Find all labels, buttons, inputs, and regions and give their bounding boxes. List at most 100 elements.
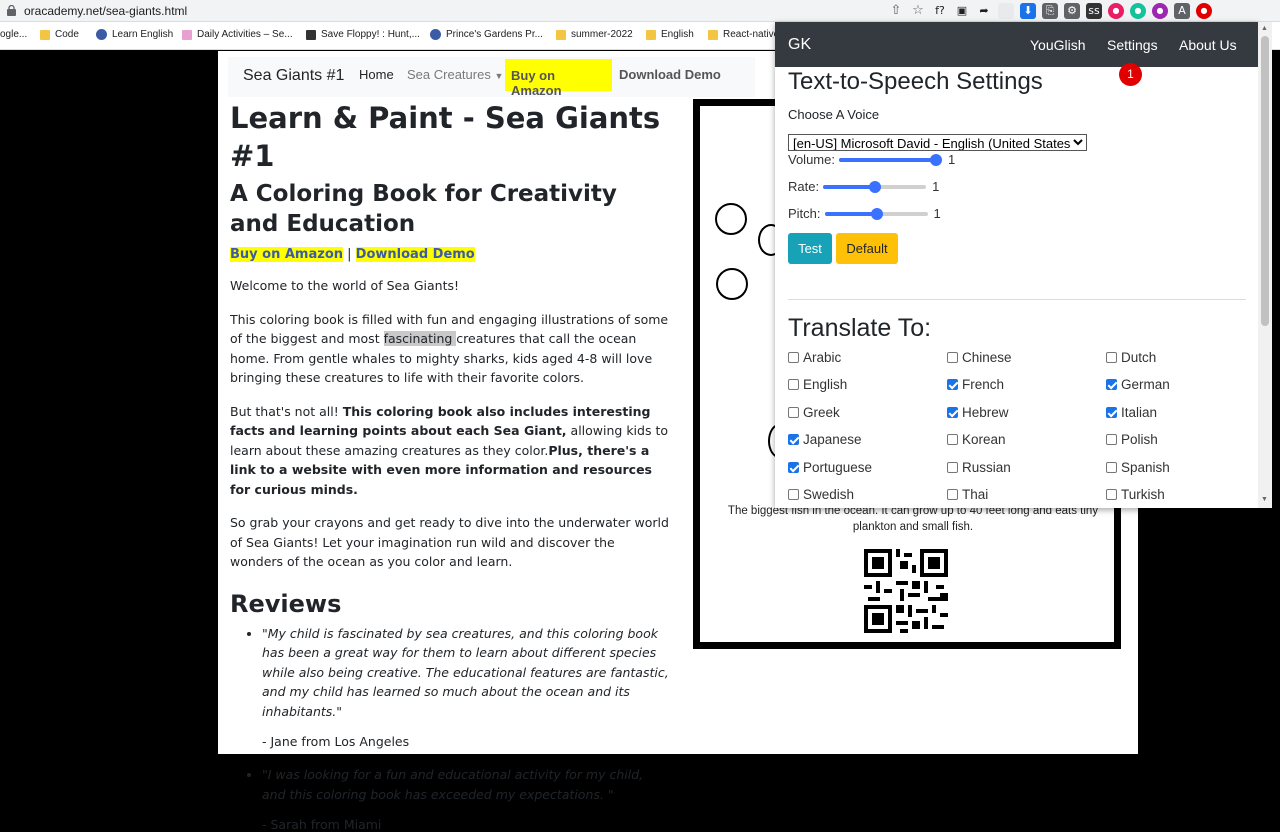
checkbox-checked-icon[interactable] — [947, 379, 958, 391]
extension-2-icon[interactable]: f? — [932, 3, 948, 19]
extension-13-icon[interactable]: A — [1174, 3, 1190, 19]
purple-icon[interactable]: ● — [1152, 3, 1168, 19]
checkbox-unchecked-icon[interactable] — [788, 352, 799, 363]
language-label: Chinese — [962, 350, 1012, 365]
download-icon[interactable]: ⬇ — [1020, 3, 1036, 19]
bookmark-react-native[interactable]: React-native — [708, 29, 779, 40]
site-brand[interactable]: Sea Giants #1 — [243, 67, 344, 85]
nav-buy-amazon-link[interactable]: Buy on Amazon — [505, 59, 612, 98]
crop-icon[interactable]: ⎘ — [1042, 3, 1058, 19]
voice-select[interactable]: [en-US] Microsoft David - English (Unite… — [788, 134, 1087, 151]
nav-download-demo-link[interactable]: Download Demo — [619, 67, 721, 82]
address-bar[interactable]: oracademy.net/sea-giants.html ⇧ ☆ f? ▣ ➦ ⬇ ⎘ ⚙ s… — [0, 0, 1280, 22]
link-separator: | — [343, 247, 356, 262]
checkbox-unchecked-icon[interactable] — [1106, 461, 1117, 473]
review-item: "I was looking for a fun and educational… — [262, 765, 670, 804]
language-checkbox-swedish[interactable]: Swedish — [788, 487, 854, 502]
checkbox-unchecked-icon[interactable] — [1106, 489, 1117, 500]
extension-5-icon[interactable] — [998, 3, 1014, 19]
test-button[interactable]: Test — [788, 233, 832, 264]
share-icon[interactable]: ⇧ — [888, 3, 904, 19]
checkbox-checked-icon[interactable] — [947, 406, 958, 418]
download-demo-link[interactable]: Download Demo — [355, 247, 475, 262]
language-checkbox-japanese[interactable]: Japanese — [788, 432, 862, 447]
bookmark-english[interactable]: English — [646, 29, 694, 40]
nav-sea-creatures-dropdown[interactable]: Sea Creatures ▼ — [407, 67, 503, 82]
language-checkbox-thai[interactable]: Thai — [947, 487, 988, 502]
language-checkbox-korean[interactable]: Korean — [947, 432, 1006, 447]
language-checkbox-dutch[interactable]: Dutch — [1106, 350, 1156, 365]
chrome-icon[interactable]: ● — [1108, 3, 1124, 19]
language-checkbox-hebrew[interactable]: Hebrew — [947, 405, 1009, 420]
popup-scrollbar[interactable]: ▲ ▼ — [1258, 22, 1272, 508]
extension-9-icon[interactable]: ss — [1086, 3, 1102, 19]
checkbox-unchecked-icon[interactable] — [788, 489, 799, 500]
language-checkbox-russian[interactable]: Russian — [947, 460, 1011, 475]
slider-knob[interactable] — [870, 207, 883, 220]
language-checkbox-german[interactable]: German — [1106, 377, 1170, 392]
features-paragraph: But that's not all! This coloring book a… — [230, 403, 668, 497]
checkbox-checked-icon[interactable] — [788, 434, 799, 446]
slider-knob[interactable] — [929, 153, 942, 166]
language-label: Polish — [1121, 432, 1158, 448]
language-checkbox-turkish[interactable]: Turkish — [1106, 487, 1165, 502]
rate-slider[interactable] — [823, 180, 927, 194]
checkbox-unchecked-icon[interactable] — [1106, 434, 1117, 446]
nav-youglish[interactable]: YouGlish — [1030, 37, 1086, 53]
checkbox-checked-icon[interactable] — [788, 461, 799, 473]
scroll-up-icon[interactable]: ▲ — [1261, 25, 1268, 32]
language-label: Turkish — [1121, 487, 1165, 502]
nav-home-link[interactable]: Home — [359, 67, 394, 82]
pitch-value: 1 — [933, 206, 941, 221]
language-checkbox-french[interactable]: French — [947, 377, 1004, 392]
bookmark-save-floppy[interactable]: Save Floppy! : Hunt,... — [306, 29, 420, 40]
bookmark-daily-activities[interactable]: Daily Activities – Se... — [182, 29, 293, 40]
checkbox-checked-icon[interactable] — [1106, 379, 1117, 391]
volume-slider[interactable] — [838, 153, 942, 167]
bookmark-learn-english[interactable]: Learn English — [96, 29, 173, 40]
checkbox-unchecked-icon[interactable] — [1106, 352, 1117, 363]
star-icon[interactable]: ☆ — [910, 3, 926, 19]
qr-code-icon — [864, 549, 948, 633]
checkbox-unchecked-icon[interactable] — [788, 379, 799, 391]
checkbox-unchecked-icon[interactable] — [947, 489, 958, 500]
popup-header: GK YouGlish Settings About Us — [775, 22, 1258, 67]
checkbox-unchecked-icon[interactable] — [947, 434, 958, 446]
nav-about-us[interactable]: About Us — [1179, 37, 1237, 53]
default-button[interactable]: Default — [836, 233, 898, 264]
language-checkbox-polish[interactable]: Polish — [1106, 432, 1158, 447]
bookmark-code[interactable]: Code — [40, 29, 79, 40]
gear-icon[interactable]: ⚙ — [1064, 3, 1080, 19]
caret-down-icon: ▼ — [494, 71, 504, 81]
slider-fill — [824, 211, 877, 216]
popup-brand[interactable]: GK — [788, 36, 811, 54]
buy-amazon-link[interactable]: Buy on Amazon — [230, 247, 344, 262]
language-checkbox-chinese[interactable]: Chinese — [947, 350, 1012, 365]
checkbox-unchecked-icon[interactable] — [788, 406, 799, 418]
arrow-icon[interactable]: ➦ — [976, 3, 992, 19]
scroll-down-icon[interactable]: ▼ — [1261, 496, 1268, 503]
url-text[interactable]: oracademy.net/sea-giants.html — [24, 4, 187, 18]
language-checkbox-portuguese[interactable]: Portuguese — [788, 460, 872, 475]
pitch-slider[interactable] — [824, 207, 928, 221]
film-icon[interactable]: ▣ — [954, 3, 970, 19]
bookmark-summer-2022[interactable]: summer-2022 — [556, 29, 633, 40]
language-checkbox-italian[interactable]: Italian — [1106, 405, 1157, 420]
scrollbar-thumb[interactable] — [1261, 36, 1269, 326]
grammarly-icon[interactable]: ● — [1130, 3, 1146, 19]
language-checkbox-spanish[interactable]: Spanish — [1106, 460, 1170, 475]
checkbox-checked-icon[interactable] — [1106, 406, 1117, 418]
bookmark-google[interactable]: ogle... — [0, 29, 27, 40]
checkbox-unchecked-icon[interactable] — [947, 352, 958, 363]
language-checkbox-arabic[interactable]: Arabic — [788, 350, 841, 365]
bookmark-princes-gardens[interactable]: Prince's Gardens Pr... — [430, 29, 543, 40]
red-icon[interactable]: ● — [1196, 3, 1212, 19]
slider-knob[interactable] — [869, 180, 882, 193]
site-icon — [306, 29, 316, 40]
language-checkbox-greek[interactable]: Greek — [788, 405, 840, 420]
translate-title: Translate To: — [788, 314, 932, 342]
nav-settings[interactable]: Settings — [1107, 37, 1158, 53]
checkbox-unchecked-icon[interactable] — [947, 461, 958, 473]
language-checkbox-english[interactable]: English — [788, 377, 847, 392]
intro-paragraph: Welcome to the world of Sea Giants! — [230, 278, 459, 293]
